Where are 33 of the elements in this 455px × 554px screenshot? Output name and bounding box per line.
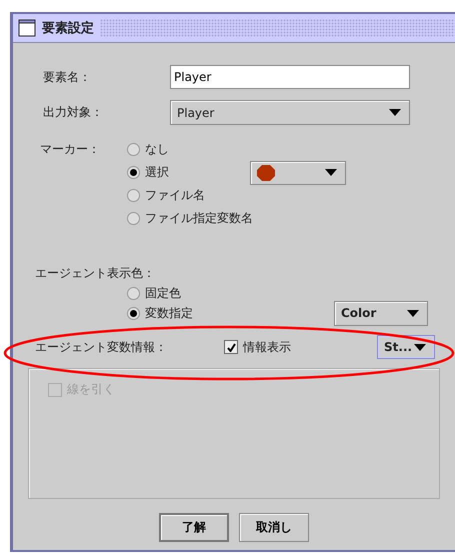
radio-button[interactable]	[127, 212, 140, 225]
dialog-button[interactable]: 了解	[159, 513, 229, 542]
section-label: エージェント表示色：	[35, 264, 155, 282]
dropdown-arrow-icon	[325, 169, 337, 176]
radio-label: 変数指定	[145, 304, 193, 322]
check-icon	[226, 342, 236, 352]
name-field[interactable]: Player	[170, 65, 410, 89]
window-icon	[18, 19, 36, 37]
dropdown-arrow-icon	[414, 344, 426, 350]
window-title: 要素設定	[42, 20, 94, 37]
field-label: 要素名：	[43, 68, 92, 86]
dropdown-arrow-icon	[407, 310, 419, 316]
radio-label: 選択	[145, 164, 169, 181]
info-checkbox[interactable]: 情報表示	[224, 338, 377, 356]
field-label: 出力対象：	[43, 104, 104, 121]
radio-label: ファイル指定変数名	[145, 210, 253, 227]
radio-button[interactable]	[127, 143, 140, 156]
info-dropdown[interactable]: St...	[377, 335, 435, 359]
octagon-marker-icon	[257, 164, 275, 180]
color-dropdown[interactable]: Color	[334, 300, 428, 326]
dropdown[interactable]: Player	[170, 100, 410, 125]
radio-button[interactable]	[127, 166, 140, 179]
section-label: エージェント変数情報：	[35, 338, 168, 356]
dropdown-arrow-icon	[389, 109, 401, 116]
radio-button[interactable]	[127, 286, 140, 300]
radio-label: ファイル名	[145, 187, 205, 204]
radio-label: なし	[145, 141, 169, 158]
dialog-button[interactable]: 取消し	[239, 513, 309, 542]
marker-dropdown[interactable]	[250, 160, 346, 184]
radio-label: 固定色	[145, 284, 181, 302]
radio-button[interactable]	[127, 306, 140, 320]
radio-button[interactable]	[127, 189, 140, 202]
field-label: マーカー：	[40, 141, 101, 158]
